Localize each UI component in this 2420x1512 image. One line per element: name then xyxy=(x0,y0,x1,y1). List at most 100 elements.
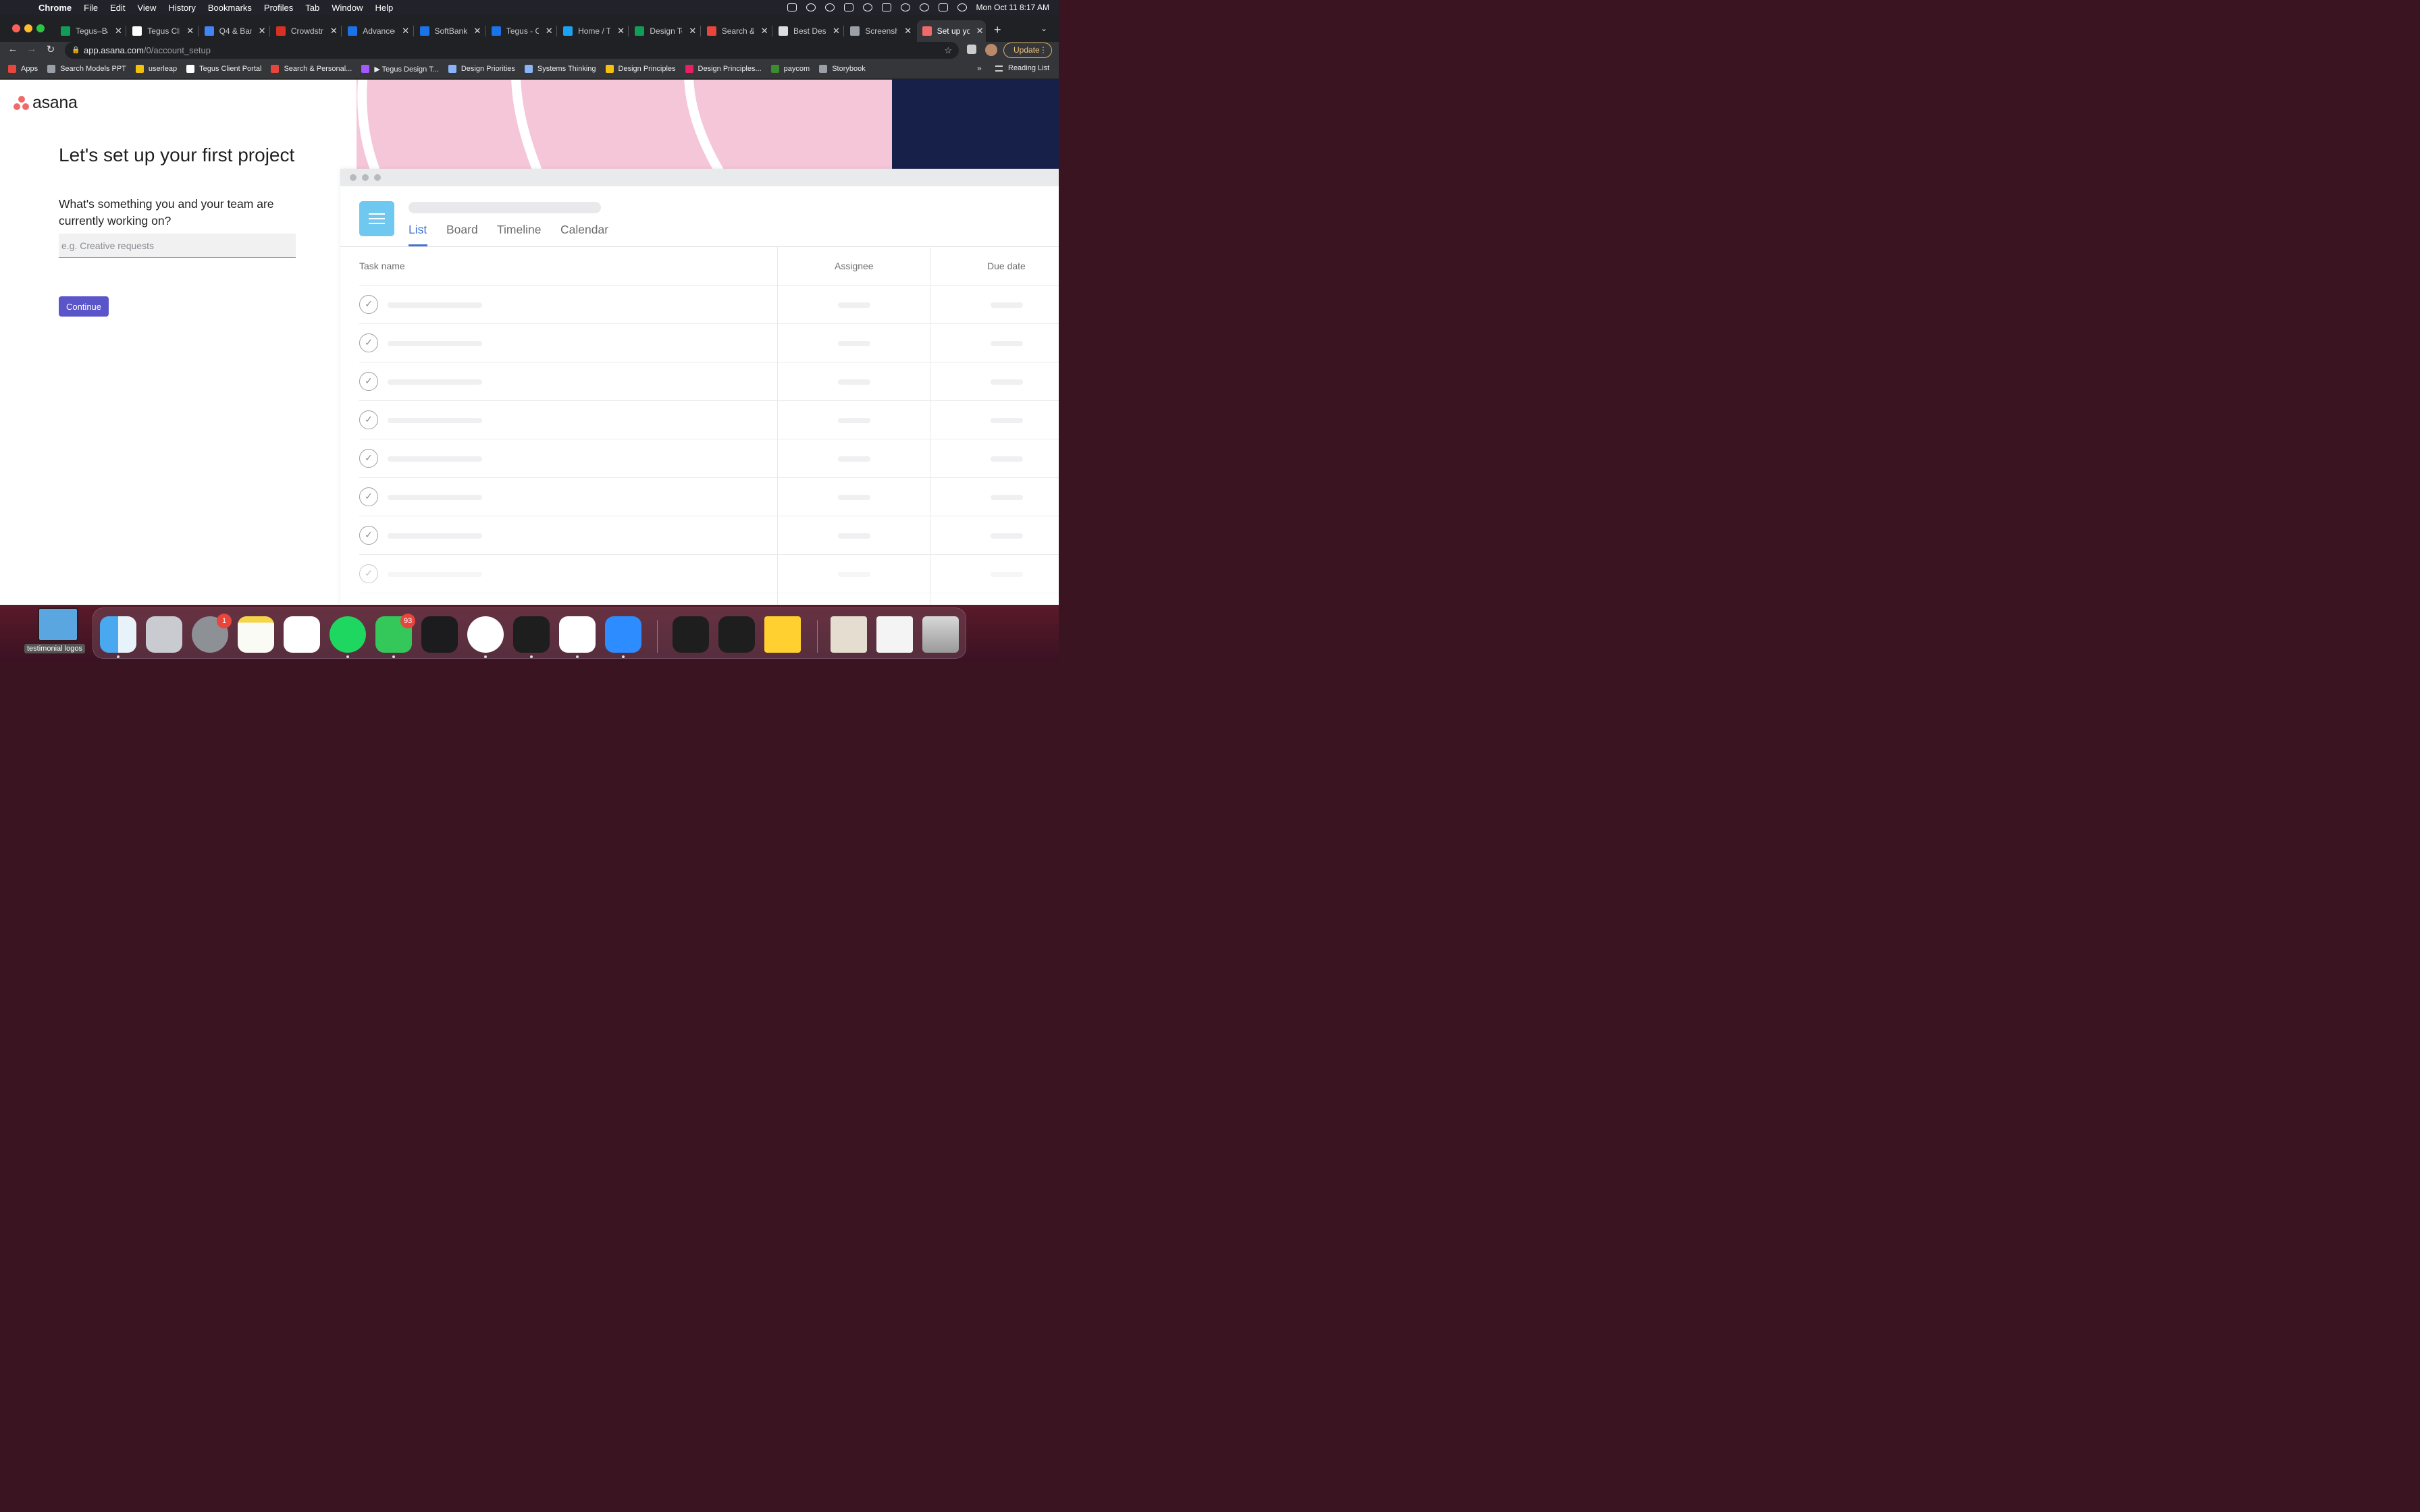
continue-button[interactable]: Continue xyxy=(59,296,109,317)
spotlight-search-icon[interactable] xyxy=(919,3,929,11)
figma-icon[interactable] xyxy=(513,616,550,653)
reload-icon[interactable]: ↻ xyxy=(43,43,58,55)
menu-bookmarks[interactable]: Bookmarks xyxy=(202,3,258,13)
more-bookmarks-icon[interactable]: » xyxy=(977,63,982,73)
tab-list[interactable]: List xyxy=(409,223,427,237)
menu-view[interactable]: View xyxy=(131,3,162,13)
bookmark-item[interactable]: Design Priorities xyxy=(448,65,515,73)
browser-tab[interactable]: Search & ✕ xyxy=(702,20,770,42)
check-circle-icon[interactable]: ✓ xyxy=(359,333,378,352)
slack-icon[interactable] xyxy=(559,616,596,653)
notes-icon[interactable] xyxy=(238,616,274,653)
bookmark-item[interactable]: Design Principles xyxy=(605,65,676,73)
money-app-icon[interactable] xyxy=(421,616,458,653)
tab-board[interactable]: Board xyxy=(446,223,478,237)
bookmark-item[interactable]: paycom xyxy=(770,65,810,73)
close-tab-icon[interactable]: ✕ xyxy=(115,26,122,36)
tab-search-chevron-icon[interactable]: ⌄ xyxy=(1041,24,1047,33)
check-circle-icon[interactable]: ✓ xyxy=(359,372,378,391)
tab-timeline[interactable]: Timeline xyxy=(497,223,541,237)
update-chrome-button[interactable]: Update ⋮ xyxy=(1003,43,1052,58)
reading-list-button[interactable]: Reading List xyxy=(995,64,1049,72)
back-arrow-icon[interactable]: ← xyxy=(5,43,20,55)
menu-file[interactable]: File xyxy=(78,3,104,13)
bookmark-item[interactable]: Systems Thinking xyxy=(524,65,596,73)
control-center-icon[interactable] xyxy=(938,3,948,11)
browser-tab[interactable]: Tegus–Ba ✕ xyxy=(55,20,124,42)
bookmark-star-icon[interactable]: ☆ xyxy=(944,42,952,59)
messenger-icon[interactable] xyxy=(284,616,320,653)
zoom-icon[interactable] xyxy=(605,616,641,653)
more-menu-icon[interactable]: ⋮ xyxy=(1039,43,1047,57)
browser-tab[interactable]: Screensho ✕ xyxy=(845,20,914,42)
bookmark-item[interactable]: Tegus Client Portal xyxy=(186,65,261,73)
maximize-window-icon[interactable] xyxy=(36,24,45,32)
screenshot-stack-icon[interactable] xyxy=(876,616,913,653)
chrome-icon[interactable] xyxy=(467,616,504,653)
close-tab-icon[interactable]: ✕ xyxy=(904,26,912,36)
project-name-input[interactable] xyxy=(59,234,296,258)
menu-help[interactable]: Help xyxy=(369,3,400,13)
trash-icon[interactable] xyxy=(922,616,959,653)
browser-tab[interactable]: Tegus - C ✕ xyxy=(486,20,555,42)
close-tab-icon[interactable]: ✕ xyxy=(833,26,840,36)
menu-bar-clock[interactable]: Mon Oct 11 8:17 AM xyxy=(976,3,1050,12)
close-tab-icon[interactable]: ✕ xyxy=(617,26,625,36)
close-tab-icon[interactable]: ✕ xyxy=(689,26,696,36)
check-circle-icon[interactable]: ✓ xyxy=(359,449,378,468)
menu-edit[interactable]: Edit xyxy=(104,3,131,13)
browser-tab[interactable]: Tegus Clie ✕ xyxy=(127,20,196,42)
browser-tab[interactable]: Set up you ✕ xyxy=(916,20,986,42)
menu-history[interactable]: History xyxy=(162,3,201,13)
bookmark-item[interactable]: Design Principles... xyxy=(685,65,762,73)
address-bar[interactable]: 🔒 app.asana.com/0/account_setup ☆ xyxy=(65,42,959,59)
bookmark-item[interactable]: userleap xyxy=(135,65,177,73)
check-circle-icon[interactable]: ✓ xyxy=(359,487,378,506)
miro-icon[interactable] xyxy=(764,616,801,653)
browser-tab[interactable]: Design Te ✕ xyxy=(629,20,698,42)
browser-tab[interactable]: Best Desi ✕ xyxy=(773,20,842,42)
menu-app-name[interactable]: Chrome xyxy=(32,3,78,13)
menu-window[interactable]: Window xyxy=(325,3,369,13)
menu-profiles[interactable]: Profiles xyxy=(258,3,299,13)
figma-file-icon[interactable] xyxy=(718,616,755,653)
close-tab-icon[interactable]: ✕ xyxy=(259,26,266,36)
tab-calendar[interactable]: Calendar xyxy=(560,223,608,237)
browser-tab[interactable]: Crowdstri ✕ xyxy=(271,20,340,42)
close-tab-icon[interactable]: ✕ xyxy=(546,26,553,36)
close-tab-icon[interactable]: ✕ xyxy=(186,26,194,36)
folder-icon[interactable] xyxy=(38,608,78,641)
close-tab-icon[interactable]: ✕ xyxy=(330,26,338,36)
bookmark-item[interactable]: Storybook xyxy=(819,65,866,73)
close-tab-icon[interactable]: ✕ xyxy=(976,26,984,36)
figma-file-icon[interactable] xyxy=(673,616,709,653)
play-icon[interactable] xyxy=(824,3,835,11)
bookmark-item[interactable]: ▶ Tegus Design T... xyxy=(361,65,439,74)
check-circle-icon[interactable]: ✓ xyxy=(359,295,378,314)
bookmark-item[interactable]: Apps xyxy=(8,65,38,73)
check-circle-icon[interactable]: ✓ xyxy=(359,410,378,429)
desktop-folder-label[interactable]: testimonial logos xyxy=(24,644,85,653)
calendar-icon[interactable] xyxy=(843,3,853,11)
moon-icon[interactable] xyxy=(862,3,872,11)
close-tab-icon[interactable]: ✕ xyxy=(474,26,481,36)
close-tab-icon[interactable]: ✕ xyxy=(761,26,768,36)
new-tab-button[interactable]: + xyxy=(994,23,1001,37)
browser-tab[interactable]: SoftBank ✕ xyxy=(415,20,483,42)
browser-tab[interactable]: Advanced ✕ xyxy=(342,20,411,42)
profile-avatar[interactable] xyxy=(985,44,997,56)
close-tab-icon[interactable]: ✕ xyxy=(402,26,409,36)
minimize-window-icon[interactable] xyxy=(24,24,32,32)
battery-icon[interactable] xyxy=(881,3,891,11)
browser-tab[interactable]: Q4 & Bam ✕ xyxy=(199,20,268,42)
finder-icon[interactable] xyxy=(100,616,136,653)
spotify-icon[interactable] xyxy=(330,616,366,653)
zoom-status-icon[interactable] xyxy=(787,3,797,11)
forward-arrow-icon[interactable]: → xyxy=(24,43,39,55)
bookmark-item[interactable]: Search Models PPT xyxy=(47,65,126,73)
extensions-puzzle-icon[interactable] xyxy=(967,45,976,54)
creative-cloud-icon[interactable] xyxy=(806,3,816,11)
menu-tab[interactable]: Tab xyxy=(299,3,325,13)
check-circle-icon[interactable]: ✓ xyxy=(359,526,378,545)
siri-icon[interactable] xyxy=(957,3,967,11)
